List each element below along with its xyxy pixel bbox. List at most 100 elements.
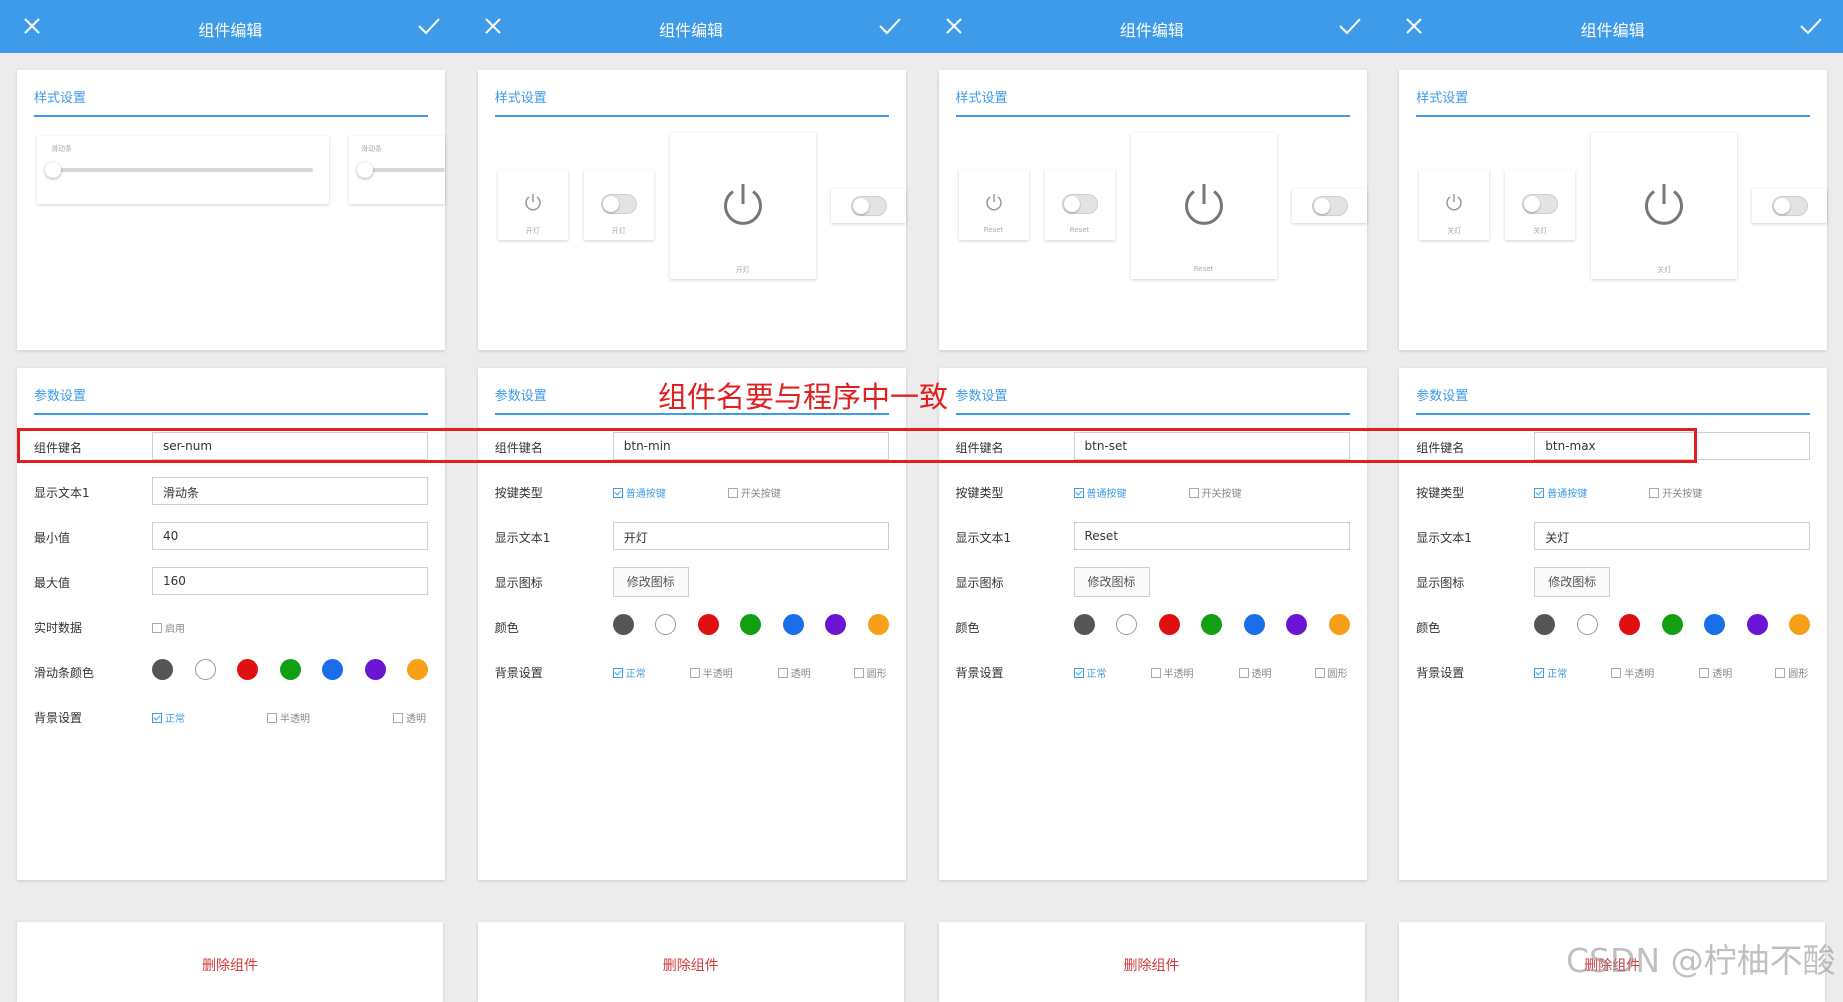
max-value-input[interactable]: 160 <box>152 567 428 595</box>
small-button-preview[interactable]: Reset <box>958 170 1029 240</box>
switch-button-preview[interactable]: 关灯 <box>1505 170 1576 240</box>
bg-normal-checkbox[interactable]: 正常 <box>1534 665 1567 680</box>
text1-input[interactable]: 关灯 <box>1534 522 1811 550</box>
style-section-title: 样式设置 <box>955 91 1008 106</box>
button-type-row: 按键类型 普通按键 开关按键 <box>1399 477 1827 507</box>
color-swatch[interactable] <box>740 614 762 635</box>
color-swatch[interactable] <box>697 614 719 635</box>
slider-preview-widget[interactable]: 滑动条 <box>37 136 329 204</box>
switch-preview-bare[interactable] <box>830 189 906 223</box>
type-switch-checkbox[interactable]: 开关按键 <box>1188 485 1242 500</box>
color-swatch[interactable] <box>407 659 428 680</box>
color-swatch[interactable] <box>1243 614 1265 635</box>
switch-preview-bare[interactable] <box>1752 189 1828 223</box>
change-icon-button[interactable]: 修改图标 <box>612 567 689 597</box>
color-swatch[interactable] <box>194 659 216 680</box>
switch-button-preview[interactable]: 开灯 <box>583 170 654 240</box>
confirm-check-icon[interactable] <box>417 16 441 36</box>
max-value-label: 最大值 <box>34 576 71 590</box>
type-switch-checkbox[interactable]: 开关按键 <box>727 485 781 500</box>
type-normal-checkbox[interactable]: 普通按键 <box>612 485 666 500</box>
color-swatch[interactable] <box>279 659 301 680</box>
switch-button-preview[interactable]: Reset <box>1044 170 1115 240</box>
color-swatch[interactable] <box>152 659 173 680</box>
color-swatch[interactable] <box>1704 614 1726 635</box>
checkbox-label: 普通按键 <box>1086 489 1127 500</box>
color-swatch[interactable] <box>1073 614 1095 635</box>
bg-circle-checkbox[interactable]: 圆形 <box>1314 665 1348 680</box>
slider-preview-widget-2[interactable]: 滑动条 <box>349 136 445 204</box>
color-swatch[interactable] <box>1328 614 1350 635</box>
delete-card[interactable]: 删除组件 <box>477 922 904 1002</box>
color-label: 颜色 <box>494 621 519 635</box>
large-button-preview[interactable]: 开灯 <box>669 133 816 279</box>
color-swatch[interactable] <box>782 614 804 635</box>
color-swatch[interactable] <box>1746 614 1768 635</box>
text1-input[interactable]: 滑动条 <box>152 477 428 505</box>
color-swatch[interactable] <box>825 614 847 635</box>
slider-knob[interactable] <box>357 162 373 178</box>
color-swatch[interactable] <box>1201 614 1222 635</box>
min-value-input[interactable]: 40 <box>152 522 428 550</box>
type-normal-checkbox[interactable]: 普通按键 <box>1073 485 1127 500</box>
realtime-enable-checkbox[interactable]: 启用 <box>152 620 185 635</box>
small-button-preview[interactable]: 开灯 <box>497 170 568 240</box>
text1-input[interactable]: 开灯 <box>612 522 889 550</box>
large-button-preview[interactable]: 关灯 <box>1591 133 1738 279</box>
color-swatch[interactable] <box>1116 614 1137 635</box>
bg-translucent-checkbox[interactable]: 半透明 <box>1150 665 1194 680</box>
bg-normal-checkbox[interactable]: 正常 <box>612 665 646 680</box>
bg-translucent-checkbox[interactable]: 半透明 <box>1611 665 1654 680</box>
text1-input[interactable]: Reset <box>1073 522 1350 550</box>
color-swatch[interactable] <box>612 614 634 635</box>
bg-transparent-checkbox[interactable]: 透明 <box>393 710 426 725</box>
bg-translucent-checkbox[interactable]: 半透明 <box>689 665 733 680</box>
change-icon-button[interactable]: 修改图标 <box>1534 567 1611 597</box>
confirm-check-icon[interactable] <box>1799 16 1823 36</box>
top-bar: 组件编辑 <box>460 0 922 53</box>
color-swatch[interactable] <box>1158 614 1180 635</box>
large-button-preview[interactable]: Reset <box>1130 133 1277 279</box>
bg-normal-checkbox[interactable]: 正常 <box>152 710 185 725</box>
delete-component-button[interactable]: 删除组件 <box>939 955 1365 975</box>
color-swatch[interactable] <box>1286 614 1307 635</box>
checkbox-label: 圆形 <box>1327 669 1348 680</box>
type-normal-checkbox[interactable]: 普通按键 <box>1534 485 1587 500</box>
checkbox-label: 半透明 <box>1624 669 1655 680</box>
bg-transparent-checkbox[interactable]: 透明 <box>777 665 811 680</box>
small-button-preview[interactable]: 关灯 <box>1419 170 1490 240</box>
color-swatch[interactable] <box>867 614 889 635</box>
color-swatch[interactable] <box>1789 614 1811 635</box>
type-switch-checkbox[interactable]: 开关按键 <box>1649 485 1702 500</box>
switch-preview-bare[interactable] <box>1291 189 1367 223</box>
bg-circle-checkbox[interactable]: 圆形 <box>853 665 887 680</box>
power-icon <box>1184 184 1223 225</box>
color-swatch[interactable] <box>237 659 258 680</box>
delete-card[interactable]: 删除组件 <box>17 922 443 1002</box>
color-swatch[interactable] <box>322 659 343 680</box>
bg-circle-checkbox[interactable]: 圆形 <box>1775 665 1808 680</box>
checkbox-icon <box>612 668 623 678</box>
bg-transparent-checkbox[interactable]: 透明 <box>1699 665 1732 680</box>
slider-knob[interactable] <box>45 162 61 178</box>
slider-track[interactable] <box>53 168 313 172</box>
color-swatch[interactable] <box>1661 614 1683 635</box>
preview-label: 关灯 <box>1657 266 1672 274</box>
color-swatch[interactable] <box>1619 614 1641 635</box>
delete-component-button[interactable]: 删除组件 <box>478 955 904 975</box>
color-swatch[interactable] <box>1534 614 1556 635</box>
confirm-check-icon[interactable] <box>878 16 902 36</box>
section-divider <box>34 115 428 117</box>
delete-component-button[interactable]: 删除组件 <box>17 955 443 975</box>
color-swatch[interactable] <box>655 614 677 635</box>
color-swatch[interactable] <box>1576 614 1598 635</box>
bg-transparent-checkbox[interactable]: 透明 <box>1238 665 1272 680</box>
text1-row: 显示文本1 开灯 <box>478 522 906 552</box>
bg-translucent-checkbox[interactable]: 半透明 <box>267 710 310 725</box>
delete-card[interactable]: 删除组件 <box>938 922 1365 1002</box>
change-icon-button[interactable]: 修改图标 <box>1073 567 1150 597</box>
slider-track[interactable] <box>365 168 445 172</box>
bg-normal-checkbox[interactable]: 正常 <box>1073 665 1107 680</box>
color-swatch[interactable] <box>364 659 386 680</box>
confirm-check-icon[interactable] <box>1338 16 1362 36</box>
